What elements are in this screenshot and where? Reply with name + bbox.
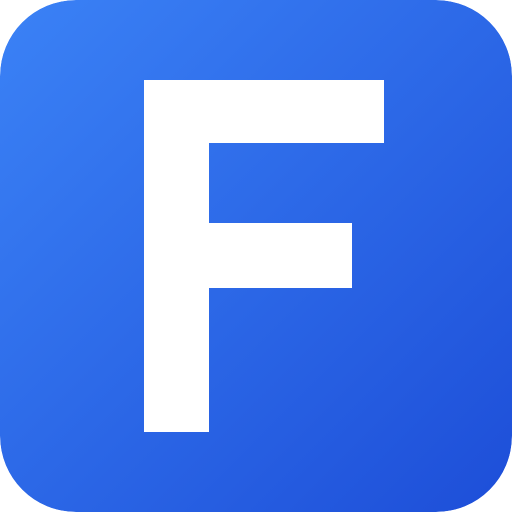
app-icon bbox=[0, 0, 512, 512]
letter-f-icon bbox=[0, 0, 512, 512]
